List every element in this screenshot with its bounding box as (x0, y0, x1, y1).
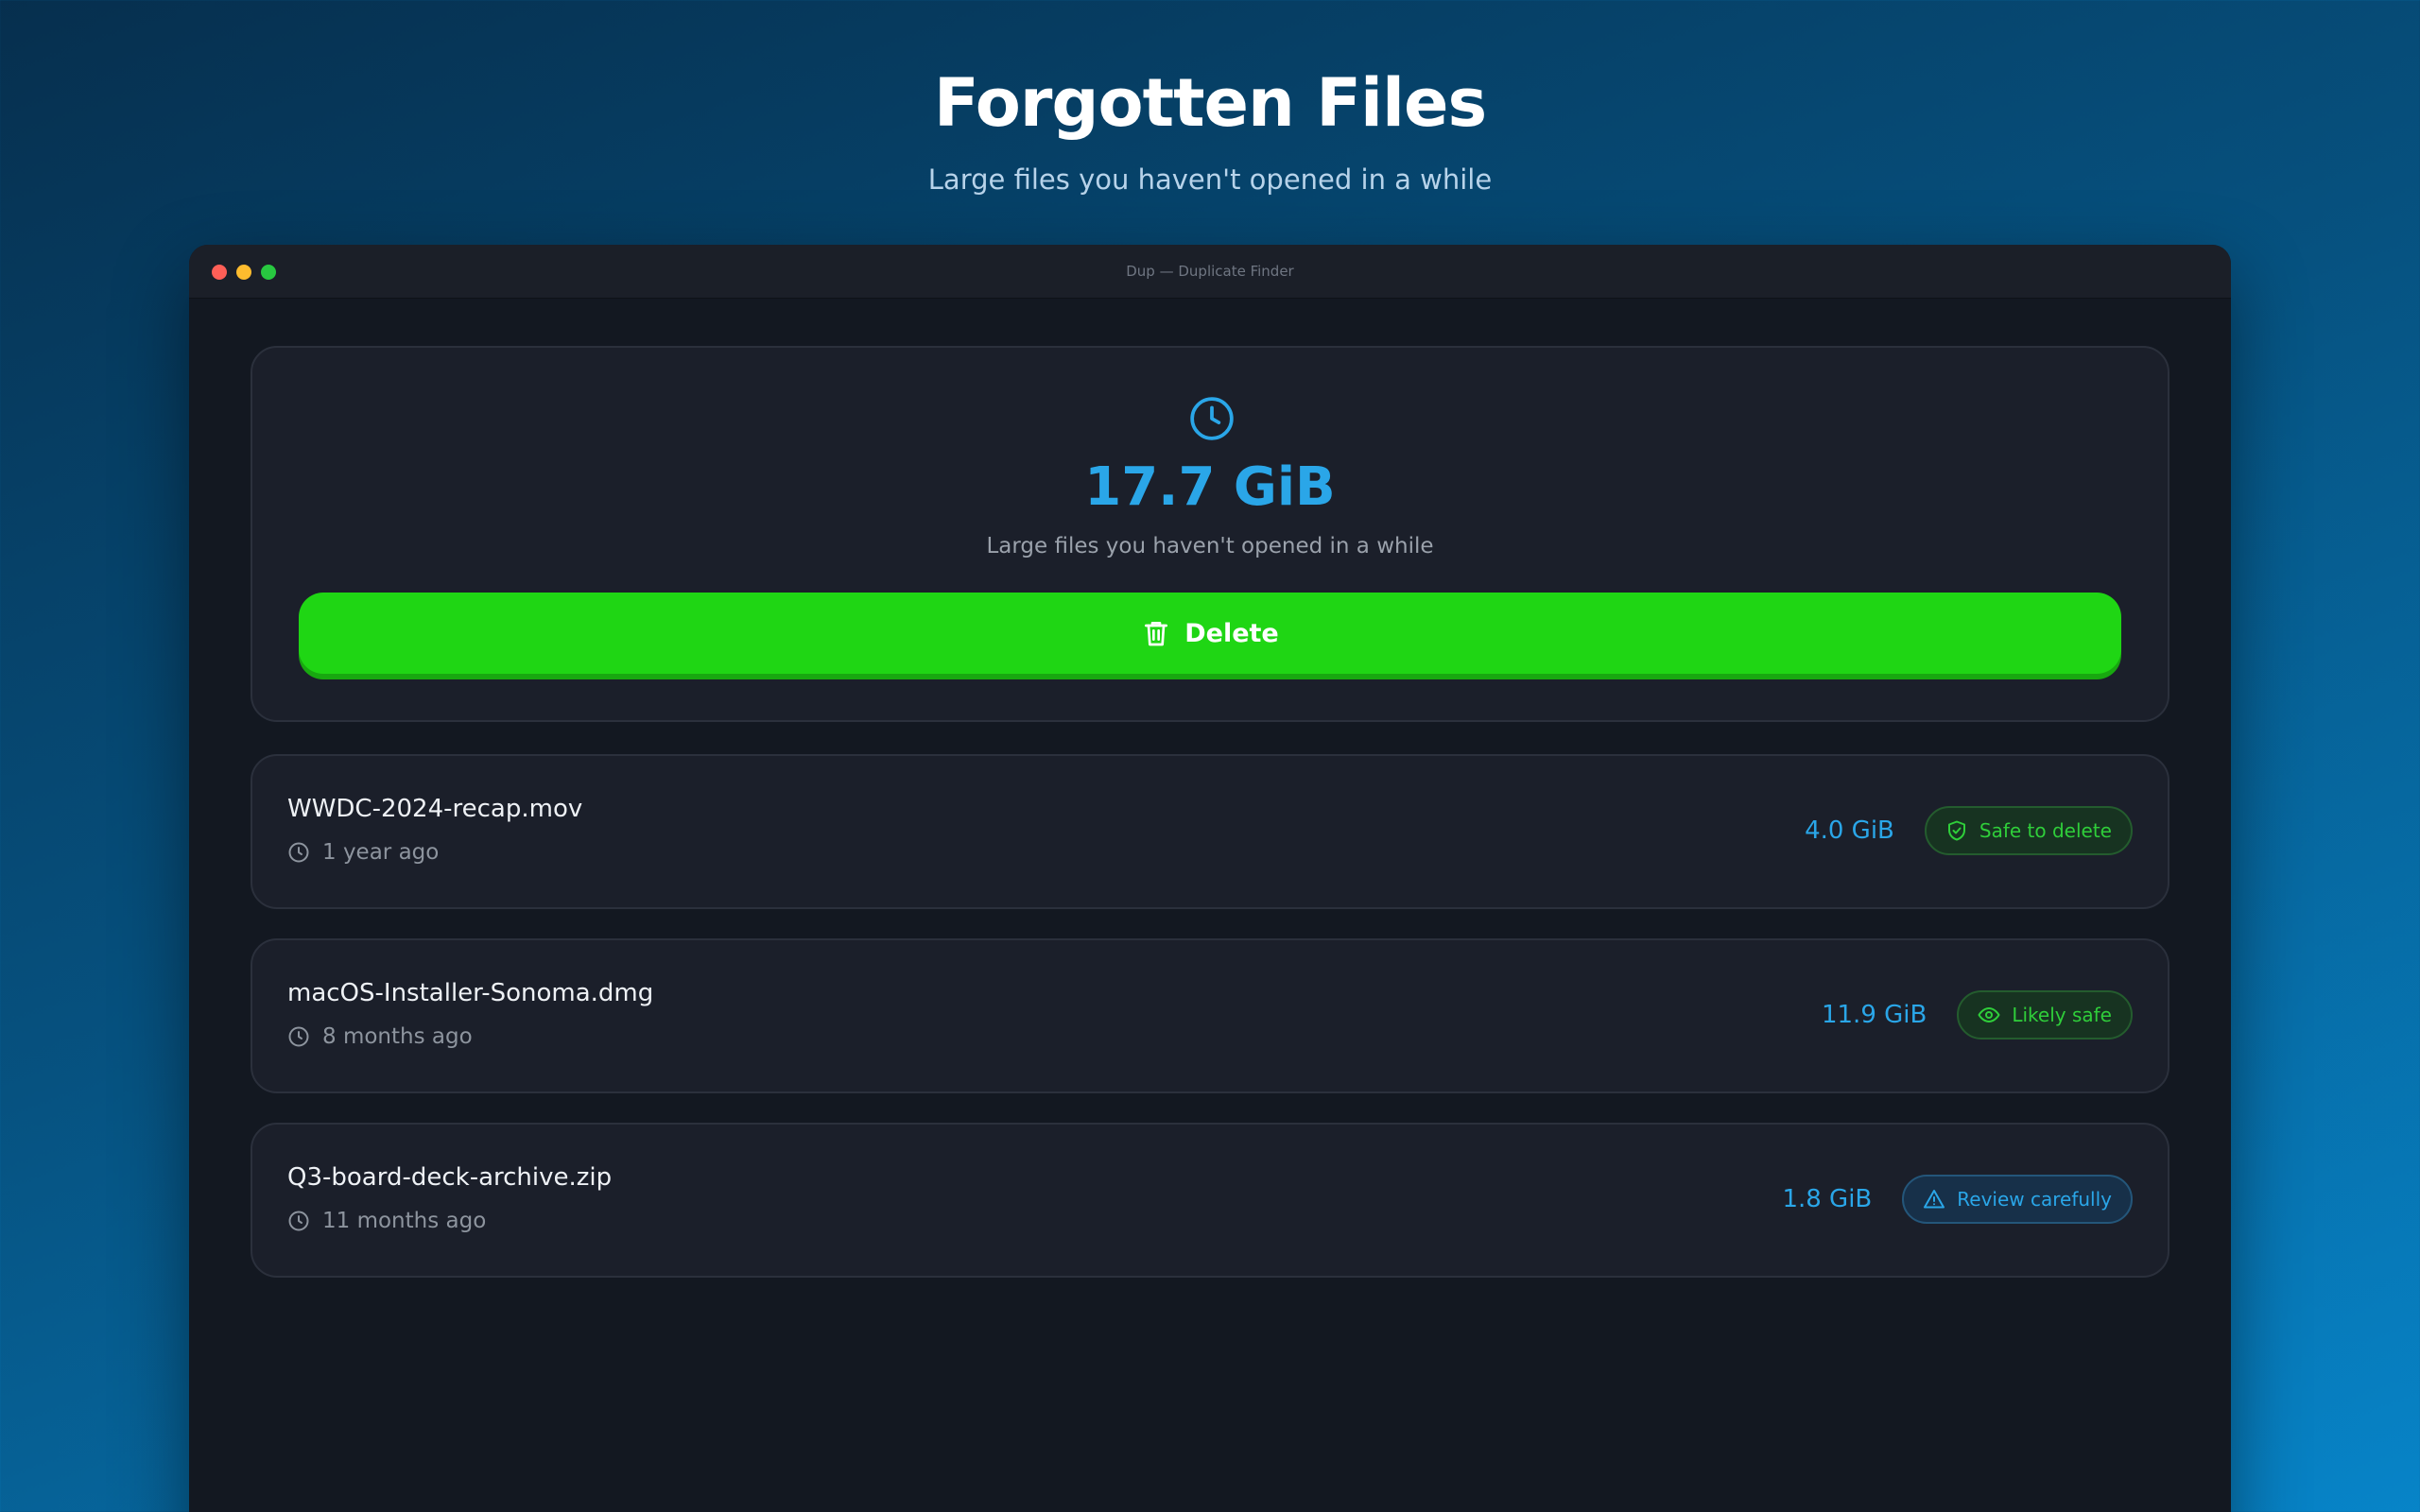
file-actions: 11.9 GiB Likely safe (1822, 989, 2133, 1040)
clock-icon (288, 1026, 309, 1047)
file-size: 4.0 GiB (1805, 816, 1894, 845)
clock-icon (288, 1211, 309, 1231)
file-age: 11 months ago (322, 1209, 487, 1233)
file-last-opened: 1 year ago (287, 837, 439, 868)
warning-triangle-icon (1924, 1190, 1945, 1209)
window-title: Dup — Duplicate Finder (1126, 263, 1294, 280)
file-name: macOS-Installer-Sonoma.dmg (287, 979, 654, 1007)
file-last-opened: 11 months ago (287, 1206, 486, 1236)
trash-icon (1145, 622, 1168, 646)
window-titlebar[interactable]: Dup — Duplicate Finder (189, 245, 2231, 299)
file-row[interactable]: macOS-Installer-Sonoma.dmg 8 months ago … (251, 938, 2169, 1093)
file-last-opened: 8 months ago (287, 1022, 473, 1052)
file-name: Q3-board-deck-archive.zip (287, 1163, 613, 1192)
file-row[interactable]: WWDC-2024-recap.mov 1 year ago 4.0 GiB S… (251, 754, 2169, 909)
shield-check-icon (1947, 820, 1965, 841)
delete-button[interactable]: Delete (299, 593, 2121, 674)
eye-icon (1978, 1007, 2000, 1022)
hero-title: Forgotten Files (933, 64, 1487, 142)
file-age: 1 year ago (322, 840, 440, 865)
clock-icon (288, 842, 309, 863)
file-actions: 1.8 GiB Review carefully (1782, 1174, 2133, 1225)
summary-description: Large files you haven't opened in a whil… (986, 534, 1434, 558)
file-age: 8 months ago (322, 1024, 473, 1049)
app-window: Dup — Duplicate Finder 17.7 GiB Large fi… (189, 245, 2231, 1512)
delete-label: Delete (1184, 618, 1279, 648)
status-badge-label: Likely safe (2012, 1004, 2112, 1026)
status-badge-label: Safe to delete (1979, 819, 2112, 842)
hero-subtitle: Large files you haven't opened in a whil… (927, 163, 1493, 196)
file-actions: 4.0 GiB Safe to delete (1805, 805, 2133, 856)
summary-card: 17.7 GiB Large files you haven't opened … (251, 346, 2169, 722)
status-badge: Review carefully (1902, 1175, 2133, 1224)
clock-icon (1190, 397, 1234, 440)
status-badge: Likely safe (1957, 990, 2133, 1040)
file-name: WWDC-2024-recap.mov (287, 795, 583, 823)
file-size: 1.8 GiB (1782, 1185, 1873, 1213)
total-size: 17.7 GiB (1084, 456, 1336, 518)
status-badge: Safe to delete (1924, 806, 2133, 855)
file-row[interactable]: Q3-board-deck-archive.zip 11 months ago … (251, 1123, 2169, 1278)
file-size: 11.9 GiB (1821, 1001, 1927, 1029)
status-badge-label: Review carefully (1957, 1188, 2112, 1211)
